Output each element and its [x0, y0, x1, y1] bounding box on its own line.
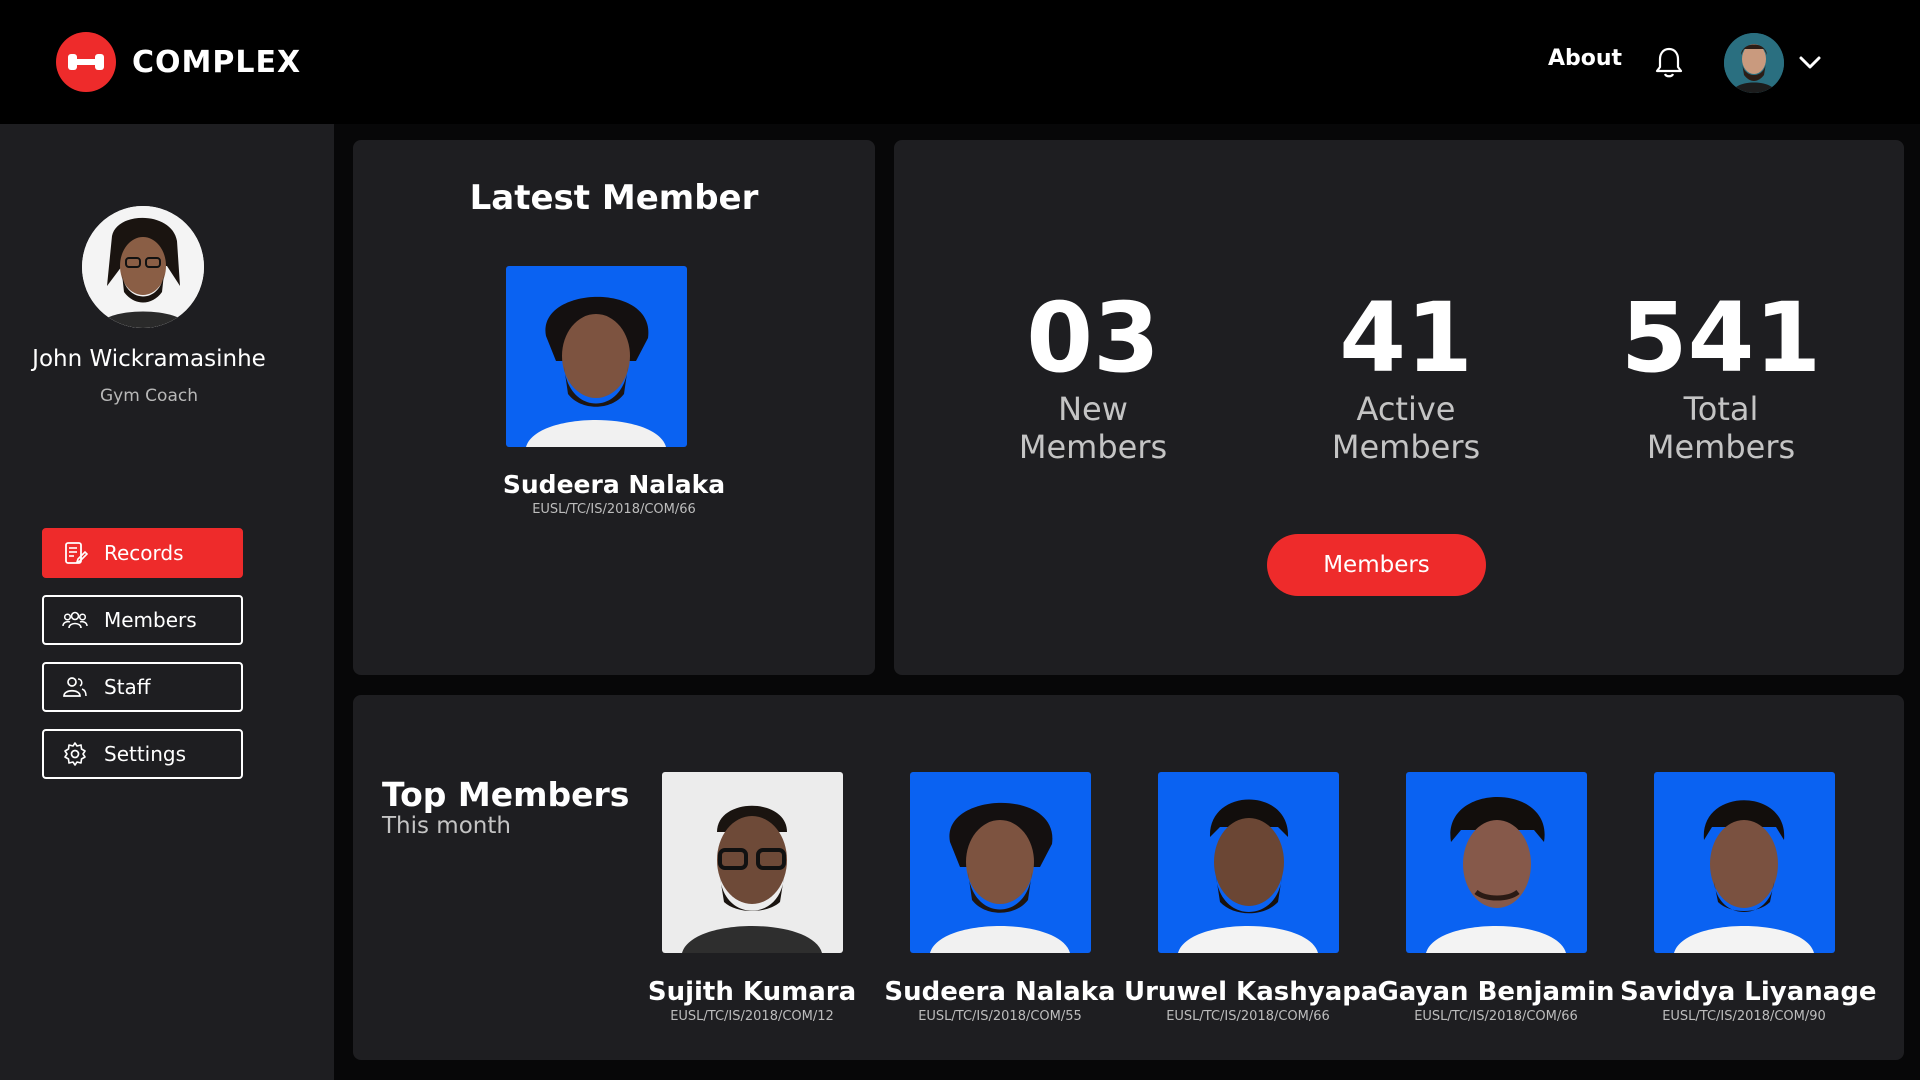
stat-value: 541 [1620, 282, 1822, 394]
stat-label-line2: Members [1646, 428, 1796, 466]
stat-label-line1: New [1058, 390, 1128, 428]
top-members-subtitle: This month [382, 813, 511, 839]
top-navbar: COMPLEX About [0, 0, 1920, 124]
top-member-card[interactable]: Sudeera Nalaka EUSL/TC/IS/2018/COM/55 [876, 772, 1124, 1024]
records-icon [65, 542, 88, 564]
sidebar-item-records[interactable]: Records [42, 528, 243, 578]
top-members-title: Top Members [382, 775, 630, 814]
top-members-card: Top Members This month Sujith Kumara EUS… [353, 695, 1904, 1060]
stat-value: 03 [1026, 282, 1160, 394]
sidebar-item-label: Staff [104, 675, 151, 699]
member-photo [1406, 772, 1587, 953]
stat-label-line1: Active [1356, 390, 1456, 428]
members-button[interactable]: Members [1267, 534, 1486, 596]
chevron-down-icon[interactable] [1797, 52, 1823, 72]
stat-total-members: 541 Total Members [1606, 290, 1836, 466]
sidebar-item-members[interactable]: Members [42, 595, 243, 645]
top-member-card[interactable]: Uruwel Kashyapa EUSL/TC/IS/2018/COM/66 [1124, 772, 1379, 1024]
member-id: EUSL/TC/IS/2018/COM/12 [670, 1009, 834, 1024]
gear-icon [64, 742, 86, 766]
member-name: Gayan Benjamin [1377, 977, 1615, 1007]
stat-label-line2: Members [1018, 428, 1168, 466]
sidebar-item-label: Members [104, 608, 197, 632]
member-name: Savidya Liyanage [1620, 977, 1877, 1007]
top-member-card[interactable]: Sujith Kumara EUSL/TC/IS/2018/COM/12 [628, 772, 876, 1024]
member-id: EUSL/TC/IS/2018/COM/90 [1662, 1009, 1826, 1024]
member-name: Sujith Kumara [647, 977, 857, 1007]
latest-member-title: Latest Member [469, 178, 759, 218]
latest-member-photo[interactable] [506, 266, 687, 447]
latest-member-id: EUSL/TC/IS/2018/COM/66 [532, 502, 696, 517]
members-icon [62, 611, 88, 629]
member-name: Uruwel Kashyapa [1124, 977, 1379, 1007]
sidebar-item-settings[interactable]: Settings [42, 729, 243, 779]
sidebar-item-staff[interactable]: Staff [42, 662, 243, 712]
sidebar-item-label: Settings [104, 742, 187, 766]
top-member-card[interactable]: Gayan Benjamin EUSL/TC/IS/2018/COM/66 [1372, 772, 1620, 1024]
stat-value: 41 [1339, 282, 1473, 394]
stat-new-members: 03 New Members [978, 290, 1208, 466]
user-avatar[interactable] [1724, 33, 1784, 93]
about-link[interactable]: About [1548, 46, 1622, 71]
staff-icon [63, 677, 87, 697]
member-id: EUSL/TC/IS/2018/COM/66 [1166, 1009, 1330, 1024]
stat-label-line1: Total [1683, 390, 1759, 428]
brand-name: COMPLEX [132, 44, 302, 80]
member-photo [1654, 772, 1835, 953]
member-name: Sudeera Nalaka [884, 977, 1116, 1007]
sidebar: John Wickramasinhe Gym Coach Records Mem… [0, 124, 334, 1080]
stat-active-members: 41 Active Members [1291, 290, 1521, 466]
member-photo [1158, 772, 1339, 953]
top-member-card[interactable]: Savidya Liyanage EUSL/TC/IS/2018/COM/90 [1620, 772, 1877, 1024]
member-id: EUSL/TC/IS/2018/COM/66 [1414, 1009, 1578, 1024]
dumbbell-icon [56, 32, 116, 92]
latest-member-name: Sudeera Nalaka [502, 470, 726, 499]
sidebar-item-label: Records [104, 541, 184, 565]
profile-name: John Wickramasinhe [32, 346, 266, 372]
profile-avatar [82, 206, 204, 328]
brand-logo[interactable]: COMPLEX [56, 32, 301, 92]
member-id: EUSL/TC/IS/2018/COM/55 [918, 1009, 1082, 1024]
bell-icon[interactable] [1653, 46, 1685, 80]
profile-role: Gym Coach [99, 386, 198, 406]
latest-member-card: Latest Member Sudeera Nalaka EUSL/TC/IS/… [353, 140, 875, 675]
member-stats-card: 03 New Members 41 Active Members 541 Tot… [894, 140, 1904, 675]
member-photo [910, 772, 1091, 953]
member-photo [662, 772, 843, 953]
stat-label-line2: Members [1331, 428, 1481, 466]
